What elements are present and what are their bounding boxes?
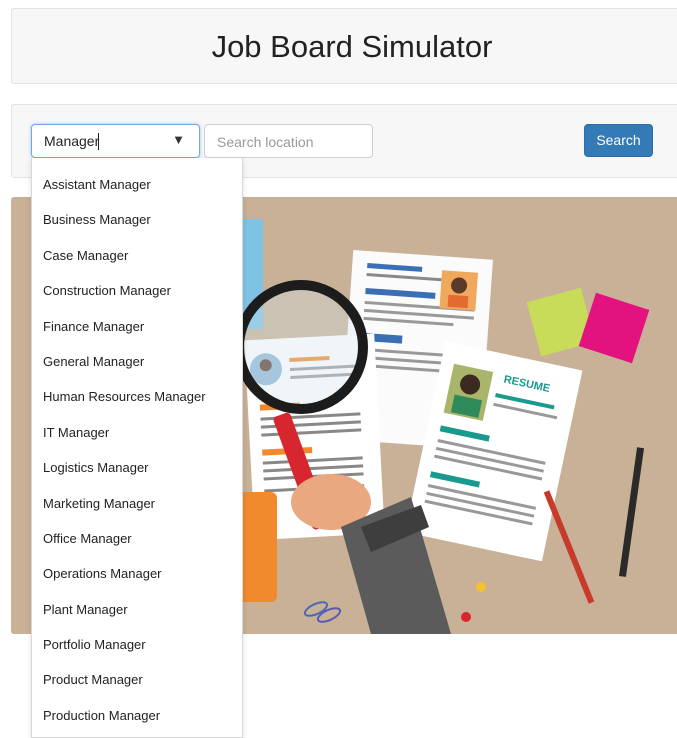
pencil-red <box>543 490 595 604</box>
search-button[interactable]: Search <box>584 124 653 157</box>
dropdown-option[interactable]: Plant Manager <box>43 602 128 617</box>
dropdown-option[interactable]: Construction Manager <box>43 283 171 298</box>
dropdown-option[interactable]: General Manager <box>43 354 144 369</box>
job-title-value: Manager <box>44 133 100 149</box>
dropdown-option[interactable]: Human Resources Manager <box>43 389 206 404</box>
dropdown-option[interactable]: Operations Manager <box>43 566 162 581</box>
dropdown-arrow-icon[interactable]: ▼ <box>172 132 185 147</box>
dropdown-option[interactable]: Business Manager <box>43 212 151 227</box>
magnifier-lens <box>234 280 368 414</box>
header-panel: Job Board Simulator <box>11 8 677 84</box>
pen-black <box>618 447 645 577</box>
sticky-note-pink <box>578 292 650 364</box>
pushpin-icon <box>476 582 486 592</box>
dropdown-option[interactable]: Assistant Manager <box>43 177 151 192</box>
pushpin-icon <box>461 612 471 622</box>
dropdown-option[interactable]: IT Manager <box>43 425 109 440</box>
dropdown-option[interactable]: Portfolio Manager <box>43 637 146 652</box>
text-cursor <box>98 133 99 150</box>
location-input[interactable]: Search location <box>204 124 373 158</box>
dropdown-option[interactable]: Office Manager <box>43 531 132 546</box>
location-placeholder: Search location <box>217 134 314 150</box>
clipboard-shape <box>239 492 277 602</box>
dropdown-option[interactable]: Product Manager <box>43 672 143 687</box>
dropdown-option[interactable]: Finance Manager <box>43 319 144 334</box>
page-title: Job Board Simulator <box>211 29 493 64</box>
dropdown-option[interactable]: Case Manager <box>43 248 128 263</box>
dropdown-option[interactable]: Logistics Manager <box>43 460 149 475</box>
dropdown-option[interactable]: Production Manager <box>43 708 160 723</box>
paperclip-icon <box>303 601 329 617</box>
job-title-dropdown-list[interactable]: Assistant Manager Business Manager Case … <box>31 158 243 738</box>
job-title-select[interactable]: Manager ▼ <box>31 124 200 158</box>
dropdown-option[interactable]: Marketing Manager <box>43 496 155 511</box>
paperclip-icon <box>316 607 342 623</box>
